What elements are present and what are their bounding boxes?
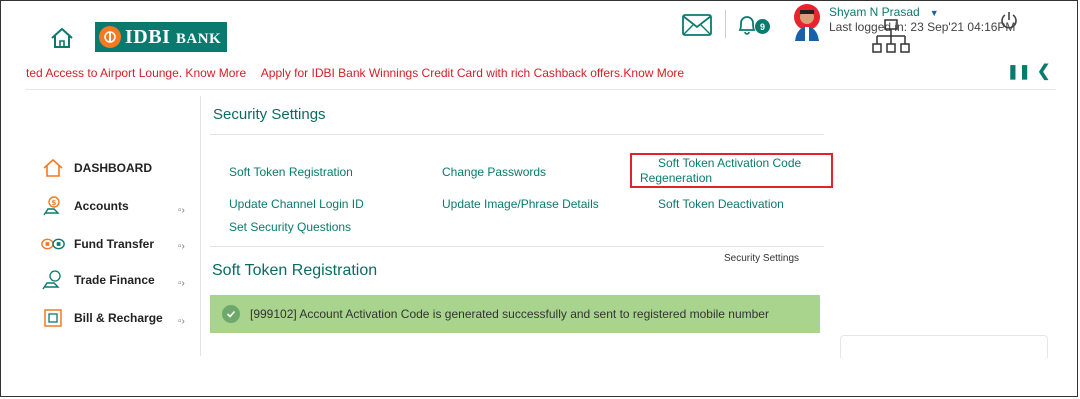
- soft-token-registration-link[interactable]: Soft Token Registration: [229, 165, 353, 179]
- home-icon[interactable]: [50, 27, 74, 54]
- chevron-right-icon[interactable]: ▫›: [178, 316, 185, 327]
- sidebar-item-label: Bill & Recharge: [74, 311, 163, 325]
- idbi-logo[interactable]: IDBI BANK: [95, 22, 228, 52]
- last-logged-in: Last logged in: 23 Sep'21 04:16PM: [829, 20, 1016, 34]
- chevron-right-icon[interactable]: ▫›: [178, 278, 185, 289]
- sidebar-item-accounts[interactable]: $ Accounts: [40, 196, 129, 216]
- user-name[interactable]: Shyam N Prasad ▼: [829, 5, 939, 19]
- header-divider: [725, 10, 726, 38]
- news-ticker[interactable]: ted Access to Airport Lounge. Know More …: [26, 66, 696, 80]
- logo-text: IDBI BANK: [125, 25, 222, 48]
- sidebar-item-label: Accounts: [74, 199, 129, 213]
- sidebar-item-label: Fund Transfer: [74, 237, 155, 251]
- sidebar-item-fund-transfer[interactable]: Fund Transfer: [40, 234, 154, 254]
- set-security-questions-link[interactable]: Set Security Questions: [229, 220, 351, 234]
- chevron-left-icon[interactable]: ❮: [1037, 61, 1050, 81]
- mail-icon[interactable]: [681, 12, 713, 43]
- chevron-right-icon[interactable]: ▫›: [178, 241, 185, 252]
- chevron-down-icon[interactable]: ▼: [930, 8, 939, 18]
- sidebar-item-label: DASHBOARD: [74, 161, 152, 175]
- sidebar-item-bill-recharge[interactable]: Bill & Recharge: [40, 308, 163, 328]
- change-passwords-link[interactable]: Change Passwords: [442, 165, 546, 179]
- ticker-item[interactable]: ted Access to Airport Lounge. Know More: [26, 66, 246, 80]
- sidebar-item-dashboard[interactable]: DASHBOARD: [40, 158, 152, 178]
- breadcrumb: Security Settings: [724, 253, 800, 264]
- update-image-phrase-link[interactable]: Update Image/Phrase Details: [442, 197, 599, 211]
- title-divider: [210, 134, 824, 135]
- sidebar-item-trade-finance[interactable]: Trade Finance: [40, 270, 155, 290]
- sidebar-divider: [200, 96, 201, 356]
- bill-icon: [40, 308, 66, 328]
- notification-badge: 9: [755, 19, 770, 34]
- soft-token-deactivation-link[interactable]: Soft Token Deactivation: [658, 197, 784, 211]
- sidebar-item-label: Trade Finance: [74, 273, 155, 287]
- svg-text:$: $: [52, 199, 57, 207]
- section-title: Soft Token Registration: [212, 262, 378, 279]
- ticker-divider: [26, 89, 1056, 90]
- check-icon: [222, 305, 240, 323]
- logo-emblem-icon: [99, 26, 121, 48]
- section-divider: [210, 246, 824, 247]
- accounts-icon: $: [40, 196, 66, 216]
- activation-code-regeneration-link[interactable]: Soft Token Activation Code Regeneration: [640, 156, 830, 186]
- update-channel-login-link[interactable]: Update Channel Login ID: [229, 197, 364, 211]
- trade-finance-icon: [40, 270, 66, 290]
- chevron-right-icon[interactable]: ▫›: [178, 205, 185, 216]
- ticker-item[interactable]: Apply for IDBI Bank Winnings Credit Card…: [261, 66, 684, 80]
- fund-transfer-icon: [40, 234, 66, 254]
- success-alert: [999102] Account Activation Code is gene…: [210, 295, 820, 333]
- pause-icon[interactable]: ❚❚: [1007, 63, 1030, 80]
- page-title: Security Settings: [213, 106, 326, 123]
- success-message: [999102] Account Activation Code is gene…: [250, 307, 769, 321]
- power-icon[interactable]: [999, 10, 1019, 35]
- sitemap-icon[interactable]: [872, 18, 910, 63]
- home-icon: [40, 158, 66, 178]
- side-panel: [840, 335, 1048, 358]
- avatar[interactable]: [789, 3, 825, 46]
